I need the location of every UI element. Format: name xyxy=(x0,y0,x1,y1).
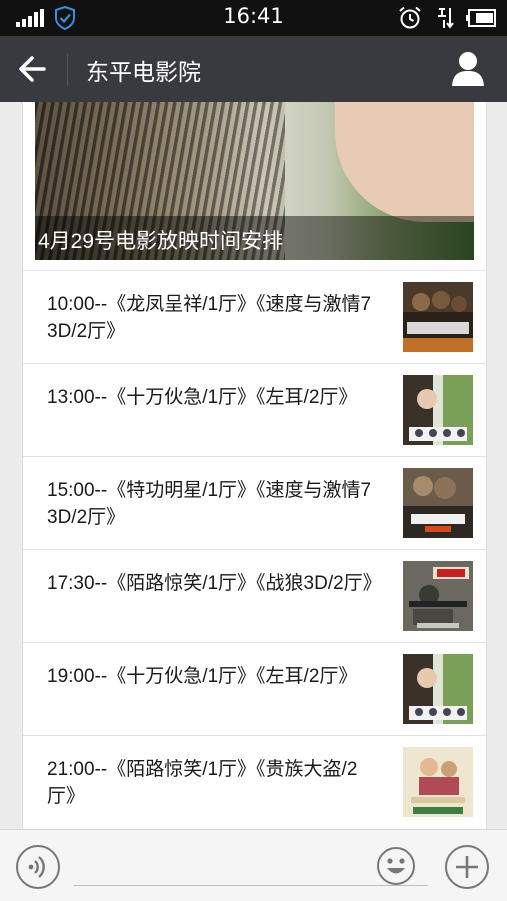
battery-icon xyxy=(466,9,496,27)
banner-face-art xyxy=(335,102,474,222)
status-time: 16:41 xyxy=(223,4,284,28)
fast-furious-poster xyxy=(403,282,473,352)
schedule-text: 10:00--《龙凤呈祥/1厅》《速度与激情7 3D/2厅》 xyxy=(47,294,372,342)
banner-caption-bar: 4月29号电影放映时间安排 xyxy=(35,216,474,260)
schedule-text: 19:00--《十万伙急/1厅》《左耳/2厅》 xyxy=(47,666,358,687)
schedule-item[interactable]: 21:00--《陌路惊笑/1厅》《贵族大盗/2厅》 xyxy=(23,735,486,828)
schedule-text: 17:30--《陌路惊笑/1厅》《战狼3D/2厅》 xyxy=(47,573,382,594)
network-icon xyxy=(438,8,454,29)
page-title: 东平电影院 xyxy=(86,59,201,85)
fast-furious-7-poster xyxy=(403,468,473,538)
nav-bar: 东平电影院 xyxy=(0,36,507,102)
schedule-text: 21:00--《陌路惊笑/1厅》《贵族大盗/2厅》 xyxy=(47,759,358,807)
left-ear-poster xyxy=(403,654,473,724)
noble-thief-poster xyxy=(403,747,473,817)
plus-icon[interactable] xyxy=(444,844,490,890)
person-icon[interactable] xyxy=(449,50,487,88)
alarm-clock-icon xyxy=(399,6,421,29)
article-card: 4月29号电影放映时间安排 10:00--《龙凤呈祥/1厅》《速度与激情7 3D… xyxy=(22,102,487,829)
schedule-item[interactable]: 19:00--《十万伙急/1厅》《左耳/2厅》 xyxy=(23,642,486,735)
emoji-icon[interactable] xyxy=(376,846,416,886)
voice-icon[interactable] xyxy=(15,844,61,890)
nav-divider xyxy=(67,54,68,86)
schedule-item[interactable]: 15:00--《特功明星/1厅》《速度与激情7 3D/2厅》 xyxy=(23,456,486,549)
banner-image[interactable]: 4月29号电影放映时间安排 xyxy=(35,102,474,260)
article-content[interactable]: 4月29号电影放映时间安排 10:00--《龙凤呈祥/1厅》《速度与激情7 3D… xyxy=(0,102,507,829)
input-toolbar xyxy=(0,829,507,901)
status-bar: 16:41 xyxy=(0,0,507,36)
back-arrow-icon[interactable] xyxy=(14,52,50,86)
banner-caption: 4月29号电影放映时间安排 xyxy=(38,230,284,253)
schedule-item[interactable]: 13:00--《十万伙急/1厅》《左耳/2厅》 xyxy=(23,363,486,456)
wolf-warrior-poster xyxy=(403,561,473,631)
message-input[interactable] xyxy=(74,885,428,886)
schedule-text: 13:00--《十万伙急/1厅》《左耳/2厅》 xyxy=(47,387,358,408)
schedule-text: 15:00--《特功明星/1厅》《速度与激情7 3D/2厅》 xyxy=(47,480,372,528)
schedule-item[interactable]: 10:00--《龙凤呈祥/1厅》《速度与激情7 3D/2厅》 xyxy=(23,270,486,363)
schedule-item[interactable]: 17:30--《陌路惊笑/1厅》《战狼3D/2厅》 xyxy=(23,549,486,642)
left-ear-poster xyxy=(403,375,473,445)
